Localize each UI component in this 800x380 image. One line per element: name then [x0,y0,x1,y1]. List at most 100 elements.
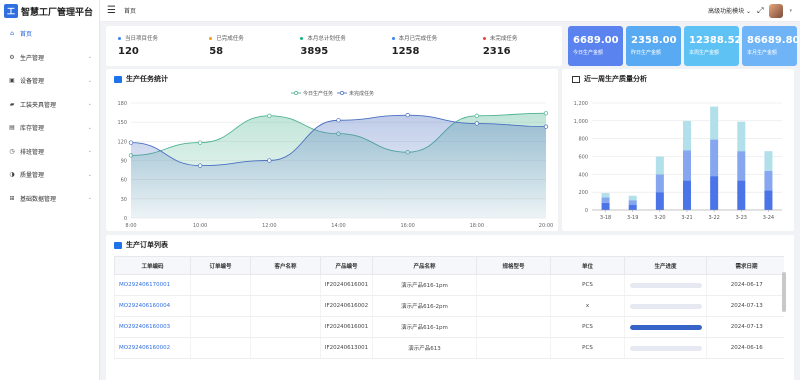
product-name-cell: 演示产品616-1pm [372,316,477,338]
product-name-cell: 演示产品616-1pm [372,274,477,296]
status-dot [391,36,395,40]
stat-label: 本月总计划任务 [307,36,346,42]
table-row[interactable]: MO292406170001 IF20240616001 演示产品616-1pm PC… [114,274,784,296]
bar-segment[interactable] [764,151,773,171]
amount-tile[interactable]: 2358.00 昨日生产金额 [626,26,681,66]
unit-cell: x [550,295,625,317]
monitor-icon [572,75,580,83]
table-header-cell[interactable]: 规格型号 [476,256,551,275]
bar-segment[interactable] [655,156,664,175]
x-tick-label: 14:00 [331,223,345,229]
table-row[interactable]: MO292406160002 IF20240613001 演示产品613 PCS 202… [114,337,784,359]
advanced-modules-dropdown[interactable]: 高级功能模块 ⌄ [708,6,751,15]
order-code-link[interactable]: MO292406160004 [114,295,191,317]
bar-segment[interactable] [628,204,637,210]
table-header-cell[interactable]: 生产进度 [624,256,707,275]
legend-label[interactable]: 今日生产任务 [303,90,333,97]
table-header-cell[interactable]: 需求日期 [706,256,784,275]
table-header-cell[interactable]: 工单编码 [114,256,191,275]
y-tick-label: 400 [578,172,588,178]
data-point[interactable] [474,113,479,118]
amount-tile[interactable]: 12388.52 本周生产金额 [684,26,742,66]
bar-segment[interactable] [683,150,691,181]
amount-tile[interactable]: 86689.80 本月生产金额 [742,26,800,66]
x-tick-label: 3-19 [627,215,638,221]
bar-segment[interactable] [710,139,719,177]
bar-segment[interactable] [683,180,691,210]
bar-segment[interactable] [601,193,610,198]
data-point[interactable] [405,112,410,118]
avatar[interactable] [769,3,784,18]
data-point[interactable] [267,158,272,163]
bar-segment[interactable] [655,174,664,193]
table-row[interactable]: MO292406160003 IF20240616001 演示产品616-1pm PC… [114,316,784,338]
data-point[interactable] [198,163,203,168]
bar-segment[interactable] [710,176,719,210]
base-data-icon: ⊞ [9,194,15,202]
data-point[interactable] [543,111,549,116]
production-icon: ⚙ [9,53,15,61]
order-code-link[interactable]: MO292406170001 [114,274,191,296]
bar-segment[interactable] [683,120,691,151]
y-tick-label: 90 [121,159,127,165]
amount-tile[interactable]: 6689.00 今日生产金额 [568,26,623,66]
orders-table: 工单编码 订单编号 客户名称 产品编号 产品名称 规格型号 单位 生产进度 需求日期 MO292… [114,256,784,359]
data-point[interactable] [267,113,272,118]
table-header-cell[interactable]: 订单编号 [190,256,251,275]
bar-segment[interactable] [764,190,773,210]
sidebar-item[interactable]: ⚙ 生产管理 ⌄ [0,46,99,70]
breadcrumb[interactable]: 首页 [124,6,136,15]
quality-chart-title: 近一周生产质量分析 [584,75,647,83]
sidebar-item[interactable]: ◷ 排班管理 ⌄ [0,140,99,164]
table-row[interactable]: MO292406160004 IF20240616002 演示产品616-2pm x 2… [114,295,784,317]
data-point[interactable] [474,121,479,126]
bar-segment[interactable] [601,197,610,203]
bar-segment[interactable] [601,202,610,210]
sidebar-item[interactable]: ▣ 设备管理 ⌄ [0,69,99,93]
sidebar-item[interactable]: ◑ 质量管理 ⌄ [0,163,99,187]
table-header-cell[interactable]: 单位 [550,256,625,275]
unit-cell: PCS [550,316,625,338]
chevron-down-icon: ⌄ [87,101,92,108]
tile-label: 今日生产金额 [573,50,604,56]
table-header-cell[interactable]: 客户名称 [250,256,321,275]
orders-table-wrap: 工单编码 订单编号 客户名称 产品编号 产品名称 规格型号 单位 生产进度 需求日期 MO292… [114,256,784,380]
data-point[interactable] [543,124,549,129]
order-code-link[interactable]: MO292406160003 [114,316,191,338]
sidebar-item[interactable]: ▰ 工装夹具管理 ⌄ [0,93,99,117]
bar-segment[interactable] [737,180,746,210]
top-header: ☰ 首页 高级功能模块 ⌄ ⤢ ▾ [100,0,800,22]
chevron-down-icon[interactable]: ▾ [789,8,792,14]
bar-segment[interactable] [710,106,719,140]
order-number-cell [190,337,251,359]
bar-segment[interactable] [628,200,637,205]
equipment-icon: ▣ [9,77,15,85]
sidebar-item[interactable]: ⌂ 首页 [0,22,99,46]
legend-label[interactable]: 未完成任务 [349,90,374,97]
table-header-cell[interactable]: 产品编号 [320,256,373,275]
bar-segment[interactable] [737,151,746,181]
data-point[interactable] [336,118,341,123]
data-point[interactable] [198,140,203,145]
bar-segment[interactable] [737,121,746,152]
data-point[interactable] [128,140,134,145]
y-tick-label: 30 [121,197,127,203]
sidebar-item[interactable]: ▤ 库存管理 ⌄ [0,116,99,140]
table-header-cell[interactable]: 产品名称 [372,256,477,275]
bar-segment[interactable] [655,192,664,210]
menu-toggle-icon[interactable]: ☰ [107,5,116,16]
spec-cell [476,337,551,359]
table-scrollbar[interactable] [782,272,786,312]
stat-label: 本月已完成任务 [398,36,438,42]
sidebar-menu: ⌂ 首页 ⚙ 生产管理 ⌄ ▣ 设备管理 ⌄ ▰ 工装夹具管理 ⌄ ▤ 库存管理 ⌄ ◷ 排班管理 ⌄ ◑ 质量管理… [0,22,99,210]
product-no-cell: IF20240616001 [320,316,373,338]
order-number-cell [190,274,251,296]
fullscreen-icon[interactable]: ⤢ [757,6,763,16]
bar-segment[interactable] [628,195,637,201]
y-tick-label: 1,200 [574,101,588,107]
sidebar-item[interactable]: ⊞ 基础数据管理 ⌄ [0,187,99,211]
order-code-link[interactable]: MO292406160002 [114,337,191,359]
status-dot [118,36,121,40]
tile-label: 昨日生产金额 [631,50,662,56]
bar-segment[interactable] [764,170,773,191]
